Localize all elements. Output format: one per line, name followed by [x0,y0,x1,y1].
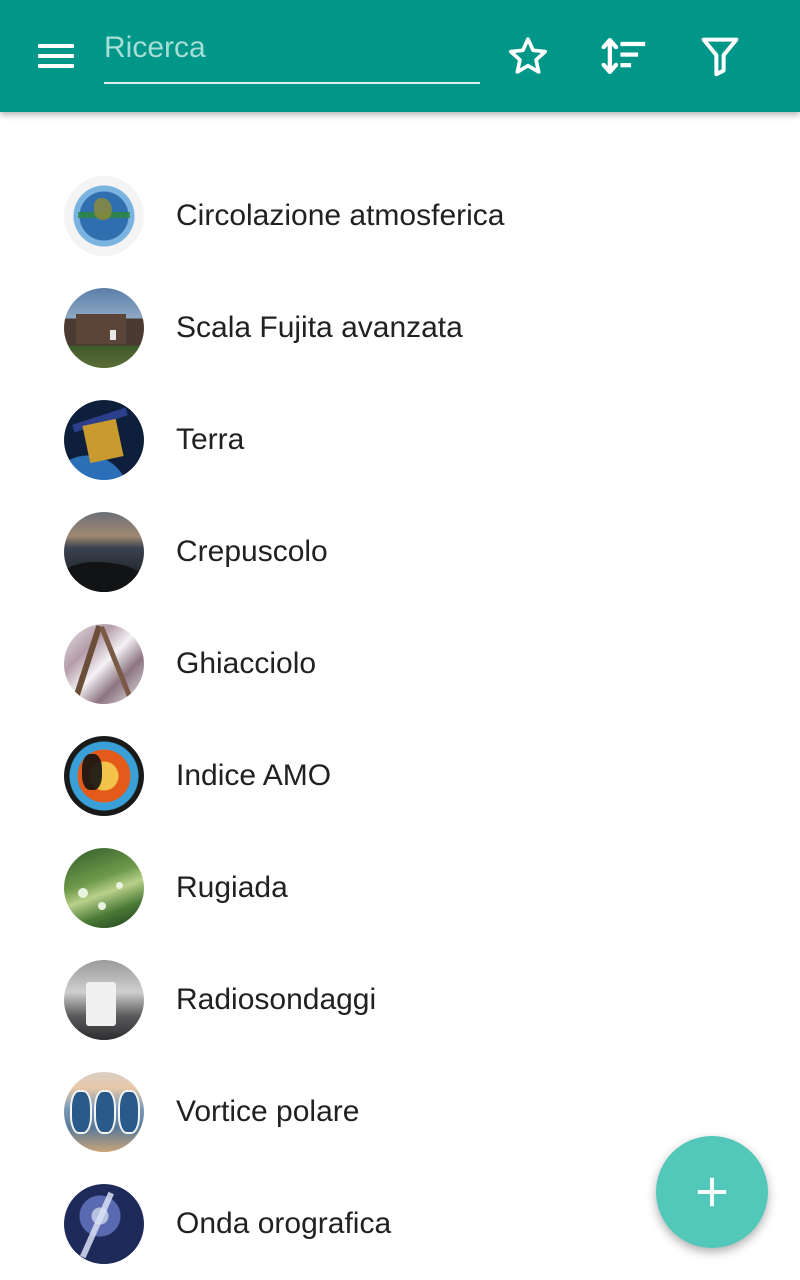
list-item-label: Terra [176,423,245,456]
list-item[interactable]: Crepuscolo [0,496,800,608]
list-item-label: Crepuscolo [176,535,328,568]
list-item-label: Scala Fujita avanzata [176,311,463,344]
atmospheric-circulation-thumbnail [64,176,144,256]
list-item[interactable]: Radiosondaggi [0,944,800,1056]
radiosonde-thumbnail [64,960,144,1040]
topics-list: Circolazione atmosferica Scala Fujita av… [0,160,800,1280]
list-item[interactable]: Ghiacciolo [0,608,800,720]
filter-icon [701,37,739,77]
polar-vortex-thumbnail [64,1072,144,1152]
list-item-label: Circolazione atmosferica [176,199,505,232]
filter-button[interactable] [692,28,748,84]
search-field [104,20,480,84]
fujita-scale-thumbnail [64,288,144,368]
list-item-label: Rugiada [176,871,288,904]
app-screen: Circolazione atmosferica Scala Fujita av… [0,0,800,1280]
menu-icon [38,44,74,68]
list-item[interactable]: Indice AMO [0,720,800,832]
list-item[interactable]: Scala Fujita avanzata [0,272,800,384]
plus-icon [697,1177,727,1207]
top-app-bar [0,0,800,112]
list-item-label: Onda orografica [176,1207,392,1240]
dew-thumbnail [64,848,144,928]
list-item[interactable]: Rugiada [0,832,800,944]
list-item[interactable]: Terra [0,384,800,496]
sort-button[interactable] [596,28,652,84]
favorites-button[interactable] [500,28,556,84]
twilight-thumbnail [64,512,144,592]
list-item[interactable]: Circolazione atmosferica [0,160,800,272]
amo-index-thumbnail [64,736,144,816]
list-item-label: Indice AMO [176,759,332,792]
add-button[interactable] [656,1136,768,1248]
sort-icon [601,37,646,75]
list-item-label: Ghiacciolo [176,647,317,680]
menu-button[interactable] [24,32,88,80]
list-item-label: Vortice polare [176,1095,360,1128]
list-item-label: Radiosondaggi [176,983,377,1016]
search-input[interactable] [104,26,474,70]
icicle-thumbnail [64,624,144,704]
star-outline-icon [508,37,548,74]
earth-thumbnail [64,400,144,480]
orographic-wave-thumbnail [64,1184,144,1264]
